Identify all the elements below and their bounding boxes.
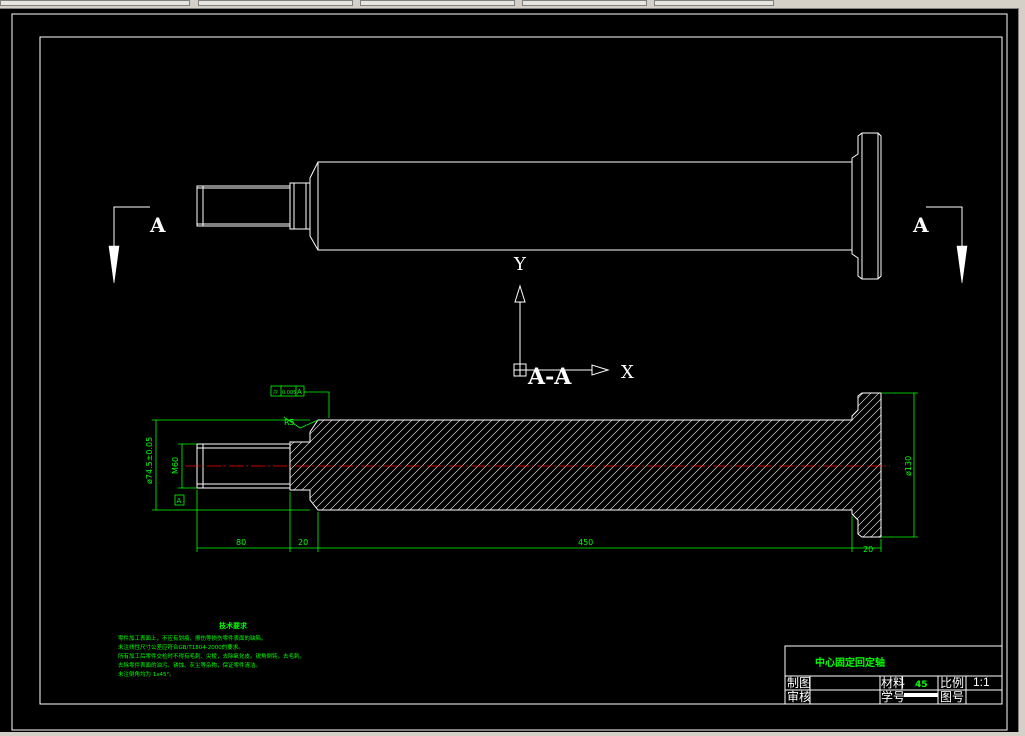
- dim-body-length: 450: [578, 538, 593, 547]
- ucs-x-label: X: [621, 362, 634, 383]
- drawing-canvas[interactable]: A A Y X A-A 80 20 450 20 R5 M60 ø74.5±0.…: [0, 8, 1019, 732]
- tech-requirement-line: 所有加工后零件交检时不得有毛刺、尖棱，去除氧化皮。锐角倒钝，去毛刺。: [118, 652, 305, 660]
- dim-neck-length: 20: [298, 538, 308, 547]
- toolbar-segment[interactable]: [198, 0, 353, 6]
- shaft-section-view: [185, 392, 890, 538]
- checked-by-label: 审核: [787, 689, 811, 704]
- section-arrow-right: A: [912, 206, 968, 284]
- tech-requirement-line: 未注线性尺寸公差应符合GB/T1804-2000的要求。: [118, 643, 244, 651]
- tech-requirement-line: 零件加工表面上，不应有划痕、擦伤等损伤零件表面的缺陷。: [118, 634, 267, 642]
- part-name: 中心固定回定轴: [815, 656, 885, 669]
- dim-flange-length: 20: [863, 545, 873, 554]
- tolerance-frame: ⌭ 0.005 A: [270, 385, 305, 397]
- toolbar-segment[interactable]: [654, 0, 774, 6]
- student-no-label: 学号: [881, 689, 905, 704]
- dim-thread-length: 80: [236, 538, 246, 547]
- drawn-by-label: 制图: [787, 676, 811, 690]
- title-block: 中心固定回定轴 材料 45 比例 1:1 制图 审核 学号 图号: [784, 645, 1003, 705]
- tech-requirement-line: 未注倒角均为 1x45°。: [118, 670, 175, 678]
- datum-label: A: [177, 497, 182, 505]
- toolbar-segment[interactable]: [522, 0, 647, 6]
- tolerance-datum: A: [297, 388, 302, 396]
- tech-requirements: 技术要求 零件加工表面上，不应有划痕、擦伤等损伤零件表面的缺陷。 未注线性尺寸公…: [118, 621, 305, 678]
- vertical-scrollbar[interactable]: [1018, 8, 1025, 736]
- shaft-top-view: [196, 132, 882, 280]
- dim-body-diameter: ø74.5±0.05: [145, 437, 154, 484]
- outer-border: [11, 13, 1008, 731]
- ucs-y-label: Y: [513, 254, 527, 275]
- drawing-no-label: 图号: [940, 690, 964, 704]
- material-label: 材料: [881, 676, 905, 690]
- section-title: A-A: [527, 364, 572, 390]
- tech-requirement-line: 去除零件表面的油污、锈蚀、灰尘等杂物，保证零件清洁。: [118, 661, 261, 669]
- horizontal-scrollbar[interactable]: [0, 732, 1025, 736]
- tech-requirements-title: 技术要求: [219, 621, 248, 630]
- datum-flag: A: [174, 494, 185, 506]
- dim-flange-diameter: ø130: [904, 456, 913, 476]
- tolerance-symbol: ⌭: [273, 388, 278, 396]
- scale-label: 比例: [940, 676, 964, 690]
- student-no-field: [904, 693, 938, 697]
- dim-radius: R5: [284, 418, 295, 427]
- material-value: 45: [915, 680, 928, 690]
- tolerance-value: 0.005: [282, 390, 296, 396]
- dim-thread-diameter: M60: [171, 457, 180, 474]
- section-arrow-left: A: [108, 206, 166, 284]
- section-label-a-left: A: [149, 213, 166, 237]
- toolbar-segment[interactable]: [360, 0, 515, 6]
- scale-value: 1:1: [973, 675, 990, 689]
- section-label-a-right: A: [912, 213, 929, 237]
- toolbar-segment[interactable]: [0, 0, 190, 6]
